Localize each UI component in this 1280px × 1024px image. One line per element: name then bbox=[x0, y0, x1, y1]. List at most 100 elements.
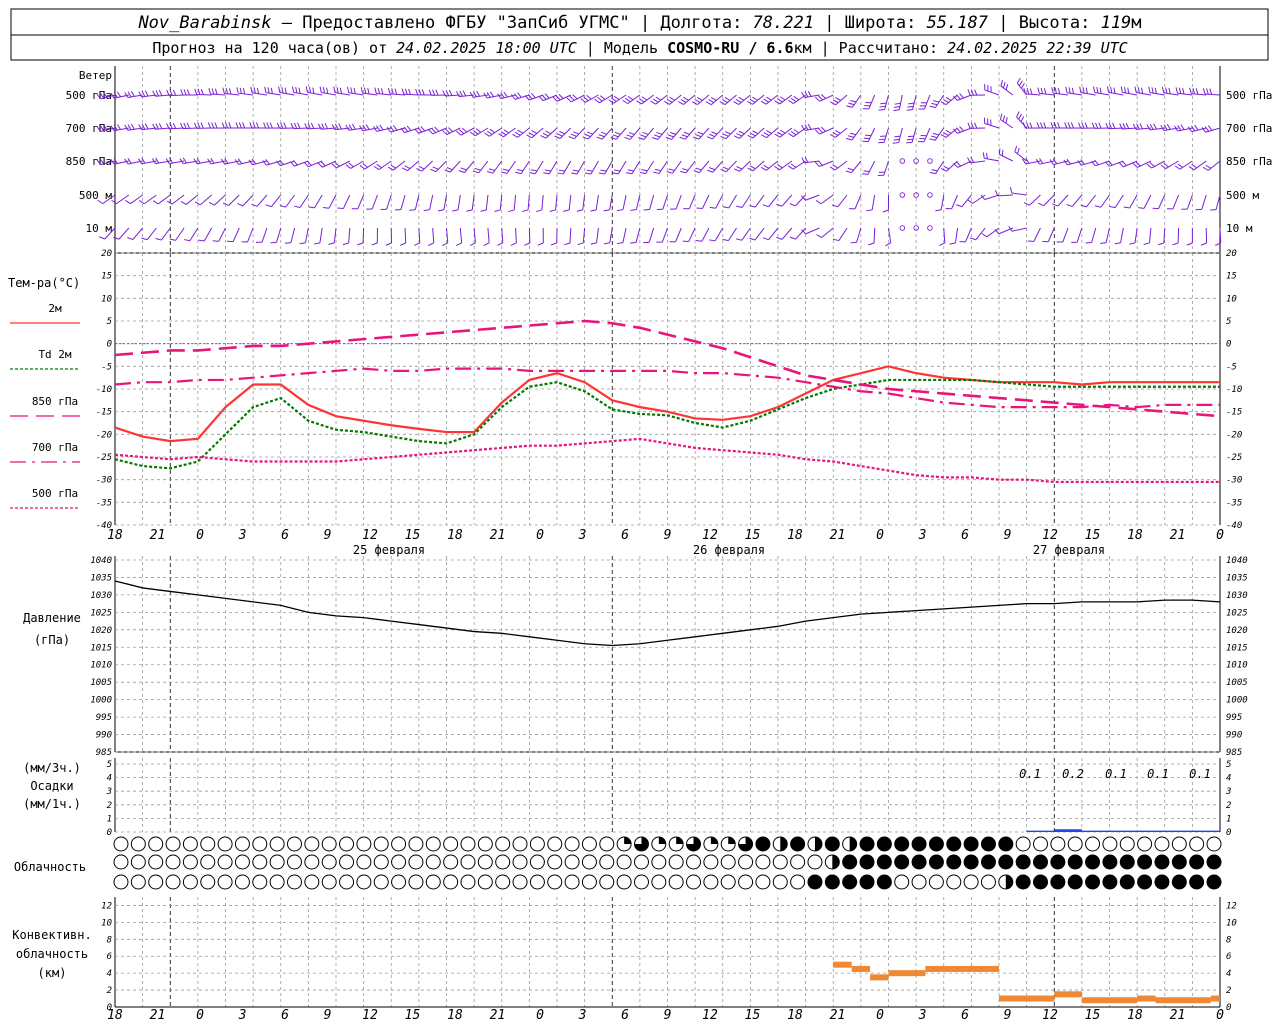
wind-barb-feather bbox=[790, 97, 797, 103]
wind-barb-feather bbox=[749, 237, 756, 241]
wind-barb-feather bbox=[1202, 166, 1209, 171]
wind-barb-staff bbox=[562, 160, 572, 175]
wind-barb-staff bbox=[459, 227, 463, 243]
wind-barb-staff bbox=[386, 194, 392, 210]
wind-barb-feather bbox=[907, 135, 914, 138]
wind-barb-feather bbox=[1191, 164, 1197, 169]
wind-barb-feather bbox=[512, 133, 518, 138]
wind-barb-staff bbox=[569, 227, 572, 244]
wind-barb-feather bbox=[415, 89, 419, 95]
wind-barb-feather bbox=[264, 86, 267, 93]
wind-barb-feather bbox=[568, 135, 575, 140]
wind-barb-feather bbox=[1040, 87, 1044, 94]
wind-barb-feather bbox=[432, 89, 436, 96]
temp-hour-label: 12 bbox=[1042, 528, 1058, 543]
conv-ytick-left: 10 bbox=[101, 918, 112, 928]
wind-barb-staff bbox=[175, 227, 185, 241]
cloud-cover-symbol bbox=[772, 874, 788, 890]
wind-barb-staff bbox=[404, 227, 407, 244]
wind-barb-feather bbox=[1057, 87, 1061, 95]
cloud-cover-symbol bbox=[998, 854, 1014, 870]
wind-barb-feather bbox=[308, 206, 315, 209]
wind-barb-staff bbox=[334, 92, 350, 96]
wind-barb-feather bbox=[198, 239, 205, 242]
wind-barb-staff bbox=[322, 160, 337, 168]
bottom-hour-label: 21 bbox=[150, 1008, 166, 1023]
wind-barb-feather bbox=[208, 88, 212, 95]
precip-bar bbox=[1109, 830, 1138, 832]
cloud-cover-symbol bbox=[1033, 874, 1049, 890]
wind-barb-feather bbox=[448, 89, 453, 96]
pressure-ytick-left: 1030 bbox=[90, 591, 112, 601]
conv-ytick-left: 12 bbox=[101, 901, 112, 911]
wind-barb-staff bbox=[446, 127, 461, 136]
cloud-cover-symbol bbox=[512, 874, 528, 890]
wind-barb-feather bbox=[371, 242, 378, 246]
wind-barb-staff bbox=[884, 94, 889, 110]
wind-barb-feather bbox=[322, 206, 329, 209]
wind-barb-staff bbox=[898, 127, 903, 143]
wind-barb-staff bbox=[492, 160, 503, 174]
wind-barb-staff bbox=[1120, 227, 1124, 243]
wind-barb-staff bbox=[972, 194, 986, 204]
cloud-cover-symbol bbox=[963, 874, 979, 890]
wind-barb-feather bbox=[294, 205, 301, 208]
wind-barb-feather bbox=[299, 242, 306, 245]
bottom-hour-label: 9 bbox=[1004, 1008, 1012, 1023]
wind-barb-staff bbox=[835, 94, 848, 106]
wind-barb-feather bbox=[1175, 87, 1178, 94]
wind-barb-feather bbox=[940, 134, 947, 138]
wind-barb-feather bbox=[124, 124, 129, 131]
model-name: COSMO-RU / 6.6 bbox=[667, 39, 793, 57]
wind-barb-feather bbox=[524, 242, 531, 246]
pressure-title: Давление bbox=[23, 611, 81, 625]
wind-barb-feather bbox=[974, 89, 978, 96]
conv-unit: (км) bbox=[38, 966, 67, 980]
wind-barb-feather bbox=[144, 90, 149, 97]
pressure-ytick-left: 1015 bbox=[90, 643, 112, 653]
wind-barb-staff bbox=[965, 227, 972, 243]
latitude-label: | Широта: bbox=[814, 13, 927, 33]
conv-ytick-right: 8 bbox=[1226, 935, 1231, 945]
wind-barb-staff bbox=[515, 227, 517, 244]
wind-barb-feather bbox=[1020, 116, 1025, 123]
forecast-from: 24.02.2025 18:00 UTC bbox=[396, 39, 577, 57]
cloud-cover-symbol bbox=[894, 836, 910, 852]
temp-ytick-left: -20 bbox=[96, 430, 112, 440]
wind-barb-staff bbox=[738, 94, 751, 105]
wind-barb-staff bbox=[728, 227, 737, 241]
pressure-ytick-right: 1040 bbox=[1226, 556, 1248, 566]
cloud-cover-symbol bbox=[391, 836, 407, 852]
wind-barb-feather bbox=[789, 236, 796, 240]
wind-level-label-left: 500 гПа bbox=[66, 89, 112, 102]
wind-barb-feather bbox=[180, 89, 184, 96]
wind-barb-feather bbox=[847, 135, 855, 138]
cloud-cover-symbol bbox=[824, 874, 840, 890]
cloud-cover-symbol bbox=[703, 874, 719, 890]
wind-barb-feather bbox=[906, 109, 913, 111]
wind-barb-feather bbox=[612, 134, 619, 138]
wind-barb-feather bbox=[1050, 122, 1054, 129]
wind-barb-feather bbox=[959, 93, 964, 99]
wind-barb-feather bbox=[1052, 203, 1059, 207]
wind-barb-feather bbox=[428, 129, 434, 135]
wind-barb-feather bbox=[540, 135, 547, 139]
cloud-cover-symbol bbox=[876, 874, 892, 890]
cloud-cover-symbol bbox=[165, 836, 181, 852]
cloud-cover-symbol bbox=[339, 854, 355, 870]
wind-barb-feather bbox=[929, 138, 936, 141]
wind-barb-staff bbox=[279, 92, 295, 96]
wind-barb-feather bbox=[1094, 159, 1099, 166]
cloud-cover-symbol bbox=[790, 874, 806, 890]
wind-barb-staff bbox=[712, 127, 724, 140]
wind-barb-feather bbox=[557, 172, 564, 175]
wind-barb-feather bbox=[1178, 87, 1182, 94]
wind-barb-staff bbox=[741, 227, 751, 241]
cloud-cover-symbol bbox=[130, 854, 146, 870]
wind-barb-feather bbox=[956, 204, 963, 208]
wind-barb-staff bbox=[1011, 227, 1027, 232]
wind-barb-staff bbox=[779, 160, 793, 171]
temp-hour-label: 21 bbox=[830, 528, 846, 543]
station-name: Nov_Barabinsk bbox=[137, 13, 271, 33]
wind-barb-feather bbox=[998, 148, 1001, 155]
